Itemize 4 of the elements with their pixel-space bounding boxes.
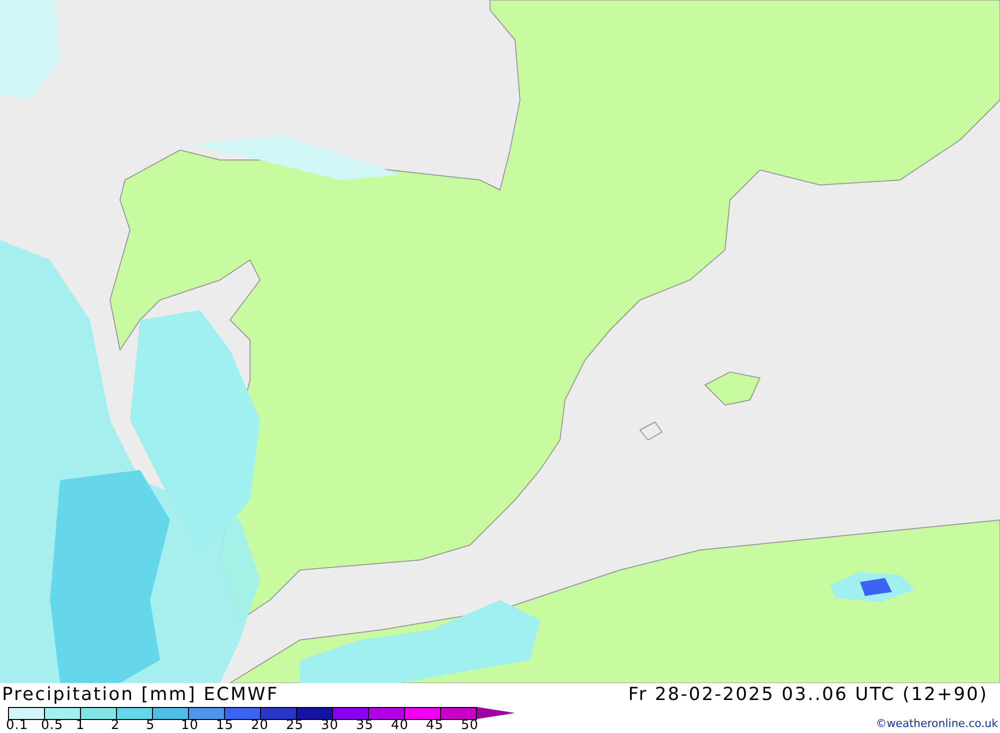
valid-time: Fr 28-02-2025 03..06 UTC (12+90) (628, 683, 988, 707)
chart-title: Precipitation [mm] ECMWF (1, 683, 280, 707)
credit-link[interactable]: ©weatheronline.co.uk (876, 717, 998, 730)
legend-label: 40 (391, 719, 410, 733)
